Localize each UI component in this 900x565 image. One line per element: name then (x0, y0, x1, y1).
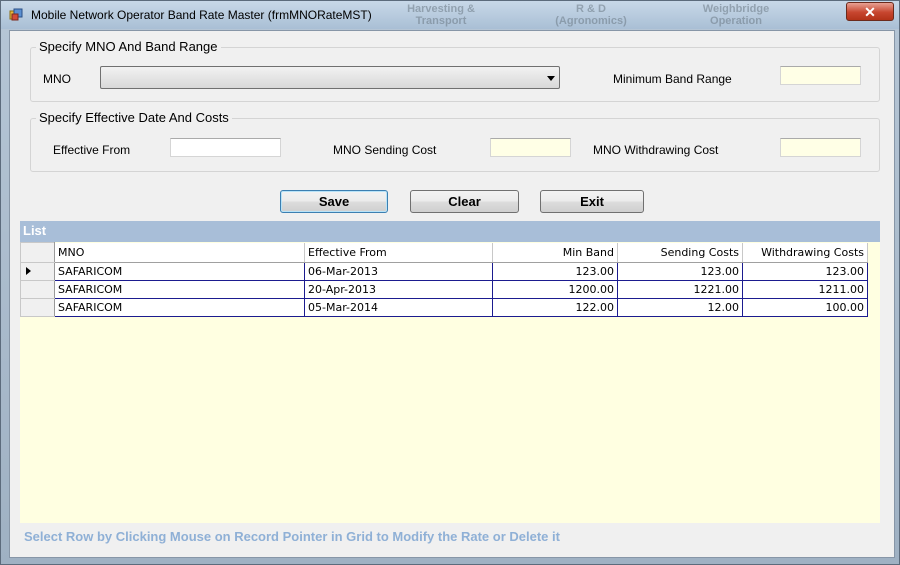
record-pointer[interactable] (20, 280, 55, 299)
column-header-min-band[interactable]: Min Band (492, 242, 618, 263)
withdrawing-cost-label: MNO Withdrawing Cost (593, 143, 719, 157)
background-tab-harvesting: Harvesting & Transport (407, 3, 475, 27)
cell-sending-costs[interactable]: 12.00 (617, 298, 743, 317)
group-mno-band-title: Specify MNO And Band Range (36, 39, 221, 54)
list-panel: List MNO Effective From Min Band Sending… (20, 221, 880, 523)
min-band-label: Minimum Band Range (613, 72, 732, 86)
cell-min-band[interactable]: 122.00 (492, 298, 618, 317)
column-header-effective-from[interactable]: Effective From (304, 242, 493, 263)
record-pointer[interactable] (20, 262, 55, 281)
hint-text: Select Row by Clicking Mouse on Record P… (24, 529, 560, 544)
background-tab-rnd: R & D (Agronomics) (555, 3, 627, 27)
cell-mno[interactable]: SAFARICOM (54, 262, 305, 281)
exit-button[interactable]: Exit (540, 190, 644, 213)
sending-cost-label: MNO Sending Cost (333, 143, 437, 157)
grid-header-row: MNO Effective From Min Band Sending Cost… (20, 242, 868, 263)
cell-withdrawing-costs[interactable]: 123.00 (742, 262, 868, 281)
column-header-mno[interactable]: MNO (54, 242, 305, 263)
group-mno-band: Specify MNO And Band Range MNO Minimum B… (30, 39, 880, 102)
row-header-corner (20, 242, 55, 263)
title-bar: Mobile Network Operator Band Rate Master… (1, 1, 899, 29)
cell-min-band[interactable]: 1200.00 (492, 280, 618, 299)
cell-effective-from[interactable]: 05-Mar-2014 (304, 298, 493, 317)
cell-effective-from[interactable]: 06-Mar-2013 (304, 262, 493, 281)
list-title: List (20, 221, 880, 242)
clear-button[interactable]: Clear (410, 190, 519, 213)
cell-min-band[interactable]: 123.00 (492, 262, 618, 281)
effective-from-input[interactable] (170, 138, 281, 157)
table-row[interactable]: SAFARICOM 05-Mar-2014 122.00 12.00 100.0… (20, 298, 868, 317)
app-window: Mobile Network Operator Band Rate Master… (0, 0, 900, 565)
rates-grid: MNO Effective From Min Band Sending Cost… (20, 242, 868, 317)
group-date-costs-title: Specify Effective Date And Costs (36, 110, 232, 125)
table-row[interactable]: SAFARICOM 06-Mar-2013 123.00 123.00 123.… (20, 262, 868, 281)
cell-withdrawing-costs[interactable]: 100.00 (742, 298, 868, 317)
cell-sending-costs[interactable]: 1221.00 (617, 280, 743, 299)
cell-mno[interactable]: SAFARICOM (54, 280, 305, 299)
form-client-area: Specify MNO And Band Range MNO Minimum B… (9, 30, 895, 558)
close-button[interactable]: ✕ (846, 2, 894, 21)
window-title: Mobile Network Operator Band Rate Master… (31, 8, 372, 22)
cell-effective-from[interactable]: 20-Apr-2013 (304, 280, 493, 299)
sending-cost-input[interactable] (490, 138, 571, 157)
chevron-down-icon (547, 76, 555, 81)
record-pointer-icon (26, 267, 31, 275)
min-band-input[interactable] (780, 66, 861, 85)
record-pointer[interactable] (20, 298, 55, 317)
table-row[interactable]: SAFARICOM 20-Apr-2013 1200.00 1221.00 12… (20, 280, 868, 299)
withdrawing-cost-input[interactable] (780, 138, 861, 157)
column-header-sending-costs[interactable]: Sending Costs (617, 242, 743, 263)
mno-label: MNO (43, 72, 71, 86)
effective-from-label: Effective From (53, 143, 131, 157)
close-icon: ✕ (864, 4, 876, 20)
column-header-withdrawing-costs[interactable]: Withdrawing Costs (742, 242, 868, 263)
cell-withdrawing-costs[interactable]: 1211.00 (742, 280, 868, 299)
cell-mno[interactable]: SAFARICOM (54, 298, 305, 317)
cell-sending-costs[interactable]: 123.00 (617, 262, 743, 281)
save-button[interactable]: Save (280, 190, 388, 213)
form-icon (9, 8, 23, 21)
mno-dropdown[interactable] (100, 66, 560, 89)
group-date-costs: Specify Effective Date And Costs Effecti… (30, 110, 880, 172)
background-tab-weighbridge: Weighbridge Operation (702, 3, 770, 27)
